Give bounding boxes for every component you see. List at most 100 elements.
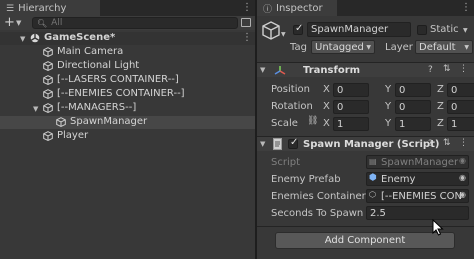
script-file-icon (273, 138, 282, 150)
script-enabled-checkbox[interactable] (288, 137, 298, 149)
axis-label-z[interactable]: Z (437, 118, 444, 129)
hierarchy-item-label: Player (57, 130, 89, 141)
hierarchy-item[interactable]: ▼ [--MANAGERS--] (0, 102, 255, 115)
scene-menu-icon[interactable]: ⋮ (242, 32, 252, 43)
scene-row[interactable]: ▼ GameScene* ⋮ (0, 32, 255, 45)
axis-label-z[interactable]: Z (437, 101, 444, 112)
hierarchy-panel: ☰ Hierarchy ⋮ + ▼ 🔍︎ ▼ GameScene* ⋮ Main Ca… (0, 0, 255, 259)
layer-dropdown[interactable]: Default (415, 40, 473, 54)
gameobject-icon (43, 89, 53, 99)
enemies-container-value: [--ENEMIES CON (381, 190, 462, 202)
axis-label-y[interactable]: Y (385, 84, 391, 95)
hierarchy-item[interactable]: Main Camera (0, 46, 255, 59)
transform-z-input[interactable]: 1 (447, 117, 474, 131)
transform-y-input[interactable]: 0 (395, 83, 431, 97)
enemy-prefab-field[interactable]: Enemy (366, 172, 469, 186)
tab-hierarchy[interactable]: ☰ Hierarchy (0, 0, 100, 16)
icon-dropdown-icon[interactable]: ▼ (281, 31, 286, 38)
unity-scene-icon (30, 33, 40, 43)
hierarchy-item-label: Main Camera (57, 46, 124, 57)
tab-inspector[interactable]: ⓘ Inspector (257, 0, 337, 16)
component-menu-icon[interactable]: ⋮ (459, 64, 468, 74)
add-object-button[interactable]: + (4, 15, 15, 30)
gameobject-icon (56, 117, 66, 127)
axis-label-z[interactable]: Z (437, 84, 444, 95)
hierarchy-item-label: [--MANAGERS--] (57, 102, 137, 113)
object-name-input[interactable]: SpawnManager (307, 22, 411, 37)
transform-z-input[interactable]: 0 (447, 83, 474, 97)
hierarchy-search[interactable]: 🔍︎ (32, 17, 238, 29)
hierarchy-search-input[interactable] (51, 18, 222, 28)
hierarchy-item-label: Directional Light (57, 60, 140, 71)
transform-row-label: Position (271, 84, 310, 95)
tag-dropdown[interactable]: Untagged (311, 40, 375, 54)
script-asset-icon: ▤ (369, 157, 377, 166)
hierarchy-item-label: GameScene* (44, 32, 116, 43)
filter-icon[interactable] (241, 18, 251, 27)
enemies-container-label: Enemies Container (271, 191, 366, 202)
prefab-cube-icon: ⬢ (369, 173, 377, 183)
hierarchy-item[interactable]: [--ENEMIES CONTAINER--] (0, 88, 255, 101)
script-help-icon[interactable]: ? (428, 139, 433, 149)
axis-label-y[interactable]: Y (385, 118, 391, 129)
transform-x-input[interactable]: 0 (333, 100, 369, 114)
axis-label-y[interactable]: Y (385, 101, 391, 112)
scale-link-icon[interactable]: ⛓ (307, 116, 318, 126)
help-icon[interactable]: ? (428, 65, 433, 75)
script-field: SpawnManager (366, 155, 469, 169)
transform-y-input[interactable]: 1 (395, 117, 431, 131)
search-icon: 🔍︎ (37, 18, 48, 28)
transform-x-input[interactable]: 0 (333, 83, 369, 97)
add-component-button[interactable]: Add Component (275, 232, 455, 249)
transform-row-label: Scale (271, 118, 298, 129)
gameobject-icon (43, 61, 53, 71)
hierarchy-item-label: [--LASERS CONTAINER--] (57, 74, 179, 85)
hierarchy-item[interactable]: Player (0, 130, 255, 143)
axis-label-x[interactable]: X (323, 118, 330, 129)
script-picker-icon: ◉ (459, 156, 466, 165)
spawn-manager-header[interactable]: ▼ Spawn Manager (Script) ? ⇅ ⋮ (257, 136, 474, 151)
script-field-value: SpawnManager (381, 156, 459, 168)
gameobject-icon (43, 75, 53, 85)
transform-fold-icon[interactable]: ▼ (260, 66, 265, 74)
hierarchy-item-label: SpawnManager (70, 116, 148, 127)
inspector-more-icon[interactable]: ⋮ (461, 2, 471, 13)
transform-z-input[interactable]: 0 (447, 100, 474, 114)
transform-y-input[interactable]: 0 (395, 100, 431, 114)
enemy-prefab-value: Enemy (381, 173, 416, 185)
hierarchy-item[interactable]: SpawnManager (0, 116, 255, 129)
info-icon: ⓘ (263, 4, 273, 15)
axis-label-x[interactable]: X (323, 84, 330, 95)
preset-icon[interactable]: ⇅ (443, 64, 451, 74)
mouse-cursor-icon (432, 219, 444, 236)
enemies-container-picker-icon[interactable]: ◉ (459, 190, 466, 199)
hierarchy-tabbar: ☰ Hierarchy ⋮ (0, 0, 255, 16)
enemy-prefab-label: Enemy Prefab (271, 174, 341, 185)
static-dropdown-icon[interactable]: ▼ (463, 27, 468, 34)
seconds-to-spawn-input[interactable]: 2.5 (366, 206, 469, 220)
transform-row-label: Rotation (271, 101, 313, 112)
gameobject-cube-icon (262, 21, 280, 40)
gameobject-icon (43, 103, 53, 113)
static-checkbox[interactable] (417, 25, 427, 35)
script-preset-icon[interactable]: ⇅ (443, 138, 451, 148)
add-dropdown-icon[interactable]: ▼ (16, 19, 21, 27)
transform-header[interactable]: ▼ Transform ? ⇅ ⋮ (257, 62, 474, 77)
script-fold-icon[interactable]: ▼ (260, 140, 265, 148)
axis-label-x[interactable]: X (323, 101, 330, 112)
active-checkbox[interactable] (293, 23, 303, 35)
hierarchy-more-icon[interactable]: ⋮ (242, 2, 252, 13)
enemy-prefab-picker-icon[interactable]: ◉ (459, 173, 466, 182)
expand-toggle-icon[interactable]: ▼ (33, 105, 38, 113)
container-cube-icon: ⬡ (369, 190, 376, 199)
tab-hierarchy-label: Hierarchy (18, 3, 67, 14)
enemies-container-field[interactable]: [--ENEMIES CON (366, 189, 469, 203)
list-icon: ☰ (6, 3, 15, 14)
hierarchy-item[interactable]: Directional Light (0, 60, 255, 73)
expand-toggle-icon[interactable]: ▼ (20, 35, 25, 43)
script-menu-icon[interactable]: ⋮ (459, 138, 468, 148)
transform-x-input[interactable]: 1 (333, 117, 369, 131)
script-title: Spawn Manager (Script) (303, 139, 440, 150)
seconds-to-spawn-label: Seconds To Spawn (271, 208, 364, 219)
hierarchy-item[interactable]: [--LASERS CONTAINER--] (0, 74, 255, 87)
